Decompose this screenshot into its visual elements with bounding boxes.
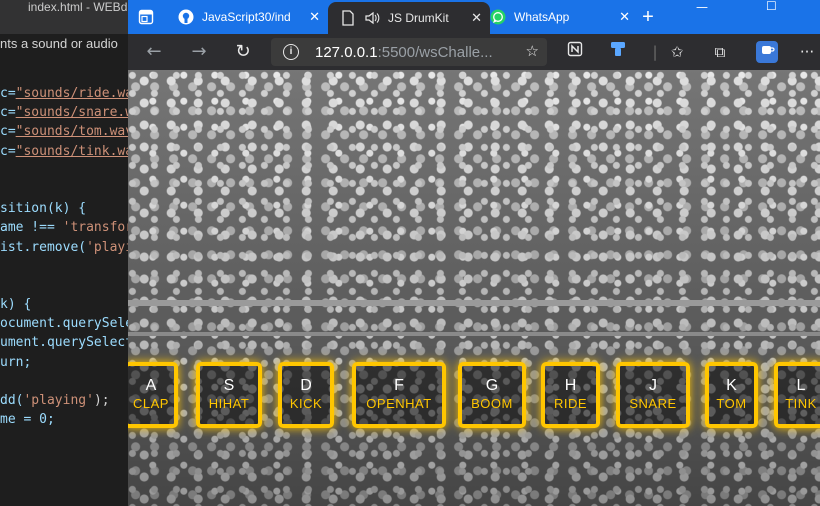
drum-key-j[interactable]: J SNARE: [616, 362, 690, 428]
info-icon[interactable]: i: [283, 44, 299, 60]
tab-github[interactable]: JavaScript30/ind ✕: [172, 0, 328, 34]
notion-extension-icon[interactable]: [564, 41, 586, 63]
key-letter: A: [145, 377, 157, 394]
minimize-button[interactable]: —: [696, 0, 708, 14]
forward-button[interactable]: →: [188, 41, 210, 63]
page-icon: [340, 10, 356, 26]
code-line[interactable]: urn;: [0, 353, 128, 372]
code-line[interactable]: c="sounds/ride.wa: [0, 84, 128, 103]
tab-label: JavaScript30/ind: [202, 10, 291, 24]
maximize-button[interactable]: ☐: [766, 0, 777, 13]
key-letter: J: [649, 377, 657, 394]
code-line[interactable]: ame !== 'transfor: [0, 218, 128, 237]
editor-comment-line: nts a sound or audio: [0, 36, 118, 51]
code-line[interactable]: [0, 257, 128, 276]
code-line[interactable]: me = 0;: [0, 410, 128, 429]
key-letter: F: [394, 377, 404, 394]
drum-key-g[interactable]: G BOOM: [458, 362, 526, 428]
tab-label: WhatsApp: [514, 10, 570, 24]
reload-icon: ↻: [235, 41, 251, 62]
drum-key-s[interactable]: S HIHAT: [196, 362, 262, 428]
plus-icon: +: [642, 5, 654, 28]
workspaces-button[interactable]: [138, 0, 164, 34]
collections-icon[interactable]: ⧉: [709, 41, 731, 63]
editor-title-bar: index.html - WEBd: [0, 0, 128, 34]
close-icon[interactable]: ✕: [471, 10, 482, 26]
forward-arrow-icon: →: [191, 41, 207, 62]
code-line[interactable]: [0, 276, 128, 295]
url-text[interactable]: 127.0.0.1:5500/wsChalle...: [315, 44, 493, 61]
drum-key-k[interactable]: K TOM: [705, 362, 758, 428]
stadium-rail: [128, 300, 820, 306]
browser-window: JavaScript30/ind ✕ JS DrumKit ✕ WhatsApp…: [128, 0, 820, 506]
close-icon[interactable]: ✕: [619, 9, 630, 25]
back-button[interactable]: ←: [143, 41, 165, 63]
key-letter: L: [796, 377, 806, 394]
code-line[interactable]: ist.remove('playi: [0, 238, 128, 257]
back-arrow-icon: ←: [146, 41, 162, 62]
profile-icon[interactable]: [756, 41, 778, 63]
key-letter: K: [726, 377, 737, 394]
reload-button[interactable]: ↻: [232, 41, 254, 63]
new-tab-button[interactable]: +: [636, 0, 660, 34]
tab-strip: JavaScript30/ind ✕ JS DrumKit ✕ WhatsApp…: [128, 0, 820, 34]
workspaces-icon: [138, 9, 154, 25]
code-line[interactable]: c="sounds/tom.wav: [0, 122, 128, 141]
crowd-background-image: [128, 70, 820, 506]
drum-key-f[interactable]: F OPENHAT: [352, 362, 446, 428]
code-line[interactable]: sition(k) {: [0, 199, 128, 218]
sound-name: TINK: [785, 396, 817, 411]
code-line[interactable]: [0, 180, 128, 199]
speaker-icon[interactable]: [364, 10, 380, 26]
drum-key-d[interactable]: D KICK: [278, 362, 334, 428]
code-editor-window: index.html - WEBd nts a sound or audio c…: [0, 0, 128, 506]
sound-name: HIHAT: [208, 396, 250, 411]
sound-name: CLAP: [133, 396, 169, 411]
more-menu-icon[interactable]: ···: [796, 41, 818, 63]
sound-name: RIDE: [553, 396, 588, 411]
editor-title: index.html - WEBd: [28, 0, 128, 14]
drum-key-h[interactable]: H RIDE: [541, 362, 600, 428]
drum-key-l[interactable]: L TINK: [774, 362, 820, 428]
code-line[interactable]: k) {: [0, 295, 128, 314]
close-icon[interactable]: ✕: [309, 9, 320, 25]
code-area[interactable]: c="sounds/ride.wa c="sounds/snare.w c="sou…: [0, 84, 128, 429]
sound-name: OPENHAT: [366, 396, 432, 411]
drum-key-a[interactable]: A CLAP: [128, 362, 178, 428]
key-letter: G: [485, 377, 499, 394]
whatsapp-icon: [490, 9, 506, 25]
add-favorite-icon[interactable]: ☆: [526, 42, 539, 60]
stadium-rail: [128, 332, 820, 336]
tab-whatsapp[interactable]: WhatsApp ✕: [482, 0, 638, 34]
key-letter: S: [223, 377, 235, 394]
code-line[interactable]: c="sounds/snare.w: [0, 103, 128, 122]
github-icon: [178, 9, 194, 25]
key-letter: H: [564, 377, 577, 394]
key-letter: D: [300, 377, 312, 394]
extension-icon[interactable]: [607, 41, 629, 63]
sound-name: BOOM: [471, 396, 513, 411]
tab-drumkit[interactable]: JS DrumKit ✕: [328, 2, 490, 34]
code-line[interactable]: ument.querySelect: [0, 333, 128, 352]
code-line[interactable]: c="sounds/tink.wa: [0, 142, 128, 161]
tab-label: JS DrumKit: [388, 11, 449, 25]
favorites-icon[interactable]: ✩: [666, 41, 688, 63]
code-line[interactable]: [0, 161, 128, 180]
code-line[interactable]: [0, 372, 128, 391]
address-bar[interactable]: i 127.0.0.1:5500/wsChalle... ☆: [271, 38, 547, 66]
sound-name: KICK: [289, 396, 323, 411]
browser-toolbar: ← → ↻ i 127.0.0.1:5500/wsChalle... ☆ | ✩…: [128, 34, 820, 70]
sound-name: SNARE: [629, 396, 677, 411]
sound-name: TOM: [716, 396, 747, 411]
toolbar-divider: |: [652, 43, 658, 61]
drumkit-page: A CLAP S HIHAT D KICK F OPENHAT G BOOM H…: [128, 70, 820, 506]
code-line[interactable]: ocument.querySele: [0, 314, 128, 333]
code-line[interactable]: dd('playing');: [0, 391, 128, 410]
